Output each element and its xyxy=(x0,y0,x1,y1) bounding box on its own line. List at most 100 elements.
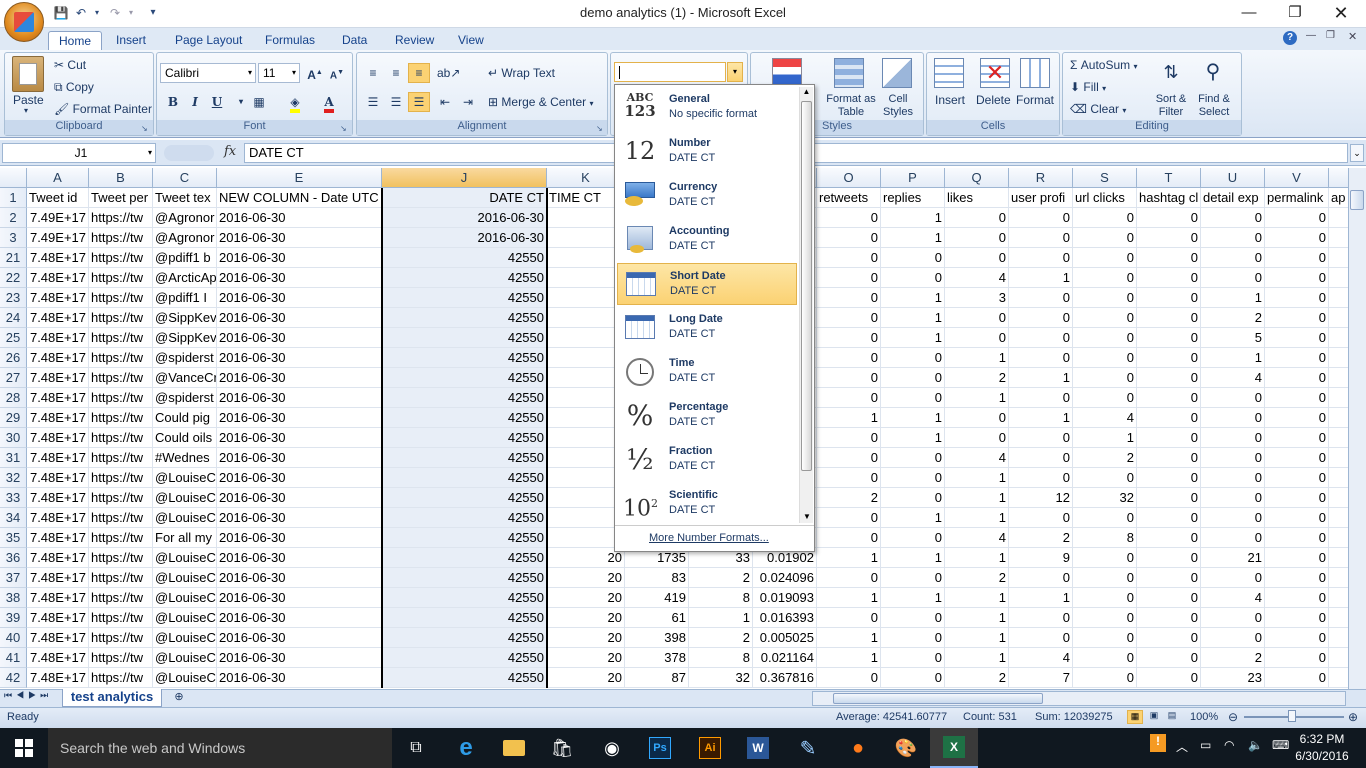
table-cell[interactable]: 0 xyxy=(1009,448,1073,468)
table-cell[interactable]: 0 xyxy=(1265,608,1329,628)
table-cell[interactable]: 2 xyxy=(689,568,753,588)
header-cell[interactable]: Tweet tex xyxy=(153,188,217,208)
table-cell[interactable]: 42550 xyxy=(382,568,547,588)
table-cell[interactable]: 7.48E+17 xyxy=(27,428,89,448)
table-cell[interactable]: @Agronor xyxy=(153,228,217,248)
table-cell[interactable]: 0 xyxy=(1073,248,1137,268)
store-icon[interactable]: 🛍 xyxy=(538,728,586,768)
normal-view-icon[interactable]: ▦ xyxy=(1127,710,1143,724)
table-cell[interactable]: 1 xyxy=(817,548,881,568)
table-cell[interactable]: 0 xyxy=(1265,468,1329,488)
office-button[interactable] xyxy=(4,2,44,42)
horizontal-scrollbar[interactable] xyxy=(812,691,1346,706)
table-cell[interactable]: 7.48E+17 xyxy=(27,628,89,648)
table-cell[interactable]: https://tw xyxy=(89,608,153,628)
copy-button[interactable]: ⧉ Copy xyxy=(54,80,94,95)
table-cell[interactable] xyxy=(1329,668,1348,688)
clear-button[interactable]: ⌫ Clear ▾ xyxy=(1070,102,1126,116)
table-cell[interactable]: 0 xyxy=(817,268,881,288)
table-cell[interactable]: 42550 xyxy=(382,468,547,488)
table-cell[interactable]: 7.48E+17 xyxy=(27,588,89,608)
number-format-item-fraction[interactable]: ½ Fraction DATE CT xyxy=(617,439,797,481)
row-header[interactable]: 41 xyxy=(0,648,27,668)
row-header[interactable]: 29 xyxy=(0,408,27,428)
table-cell[interactable]: 4 xyxy=(1009,648,1073,668)
search-box[interactable]: Search the web and Windows xyxy=(48,728,392,768)
table-cell[interactable]: https://tw xyxy=(89,528,153,548)
table-cell[interactable]: Could oils xyxy=(153,428,217,448)
table-cell[interactable]: 0.005025 xyxy=(753,628,817,648)
table-cell[interactable]: 42550 xyxy=(382,408,547,428)
table-cell[interactable]: 7.48E+17 xyxy=(27,268,89,288)
table-cell[interactable]: 8 xyxy=(1073,528,1137,548)
table-cell[interactable]: 0 xyxy=(1265,588,1329,608)
number-format-item-short-date[interactable]: Short Date DATE CT xyxy=(617,263,797,305)
tab-insert[interactable]: Insert xyxy=(106,31,156,50)
grow-font-icon[interactable]: A▲ xyxy=(304,63,326,83)
table-cell[interactable]: 0 xyxy=(881,268,945,288)
tab-formulas[interactable]: Formulas xyxy=(255,31,325,50)
font-color-icon[interactable]: A xyxy=(318,92,340,113)
table-cell[interactable]: 2016-06-30 xyxy=(217,448,382,468)
table-cell[interactable]: 42550 xyxy=(382,648,547,668)
table-cell[interactable]: 0 xyxy=(1073,228,1137,248)
column-header[interactable]: E xyxy=(217,168,382,188)
table-cell[interactable]: 378 xyxy=(625,648,689,668)
row-header[interactable]: 42 xyxy=(0,668,27,688)
number-format-item-percentage[interactable]: % Percentage DATE CT xyxy=(617,395,797,437)
header-cell[interactable]: NEW COLUMN - Date UTC xyxy=(217,188,382,208)
table-cell[interactable]: 7.48E+17 xyxy=(27,568,89,588)
table-cell[interactable] xyxy=(1329,608,1348,628)
table-cell[interactable]: 0 xyxy=(1201,528,1265,548)
function-icon[interactable]: fx xyxy=(224,144,236,159)
table-cell[interactable]: 0 xyxy=(1265,228,1329,248)
table-cell[interactable]: 2016-06-30 xyxy=(217,248,382,268)
table-cell[interactable]: 1 xyxy=(817,628,881,648)
insert-button[interactable]: Insert xyxy=(935,93,965,107)
table-cell[interactable]: 2 xyxy=(689,628,753,648)
table-cell[interactable]: 2016-06-30 xyxy=(217,628,382,648)
table-cell[interactable]: 7.48E+17 xyxy=(27,328,89,348)
paint-icon[interactable]: 🎨 xyxy=(882,728,930,768)
tab-data[interactable]: Data xyxy=(332,31,377,50)
table-cell[interactable]: 0 xyxy=(1137,428,1201,448)
table-cell[interactable]: 0 xyxy=(945,408,1009,428)
row-header[interactable]: 35 xyxy=(0,528,27,548)
row-header[interactable]: 28 xyxy=(0,388,27,408)
table-cell[interactable]: 42550 xyxy=(382,388,547,408)
header-cell[interactable]: likes xyxy=(945,188,1009,208)
table-cell[interactable]: 0 xyxy=(1137,288,1201,308)
table-cell[interactable]: 2 xyxy=(1009,528,1073,548)
table-cell[interactable]: 1 xyxy=(881,228,945,248)
row-header[interactable]: 21 xyxy=(0,248,27,268)
table-cell[interactable]: https://tw xyxy=(89,448,153,468)
table-cell[interactable]: 1 xyxy=(1009,588,1073,608)
table-cell[interactable]: 23 xyxy=(1201,668,1265,688)
table-cell[interactable]: @Agronor xyxy=(153,208,217,228)
table-cell[interactable]: 20 xyxy=(547,628,625,648)
table-cell[interactable]: 21 xyxy=(1201,548,1265,568)
table-cell[interactable] xyxy=(1329,388,1348,408)
table-cell[interactable]: 42550 xyxy=(382,328,547,348)
table-cell[interactable]: 2016-06-30 xyxy=(217,368,382,388)
sheet-nav-arrows-icon[interactable]: ⏮◀▶⏭ xyxy=(4,690,52,701)
table-cell[interactable]: 42550 xyxy=(382,248,547,268)
table-cell[interactable]: 1 xyxy=(881,428,945,448)
table-cell[interactable]: @SippKev xyxy=(153,308,217,328)
table-cell[interactable]: 2016-06-30 xyxy=(217,588,382,608)
table-cell[interactable]: 2016-06-30 xyxy=(217,548,382,568)
table-cell[interactable]: 0.016393 xyxy=(753,608,817,628)
table-cell[interactable] xyxy=(1329,328,1348,348)
table-cell[interactable]: 1 xyxy=(817,648,881,668)
table-cell[interactable]: 2016-06-30 xyxy=(217,208,382,228)
table-cell[interactable]: 42550 xyxy=(382,508,547,528)
table-cell[interactable]: https://tw xyxy=(89,388,153,408)
underline-button[interactable]: U xyxy=(206,92,228,112)
table-cell[interactable]: https://tw xyxy=(89,508,153,528)
table-cell[interactable]: 0 xyxy=(1009,608,1073,628)
table-cell[interactable]: 0 xyxy=(1201,228,1265,248)
table-cell[interactable]: 42550 xyxy=(382,448,547,468)
table-cell[interactable]: 0 xyxy=(1009,568,1073,588)
table-cell[interactable]: 0 xyxy=(881,348,945,368)
table-cell[interactable]: @spiderst xyxy=(153,348,217,368)
